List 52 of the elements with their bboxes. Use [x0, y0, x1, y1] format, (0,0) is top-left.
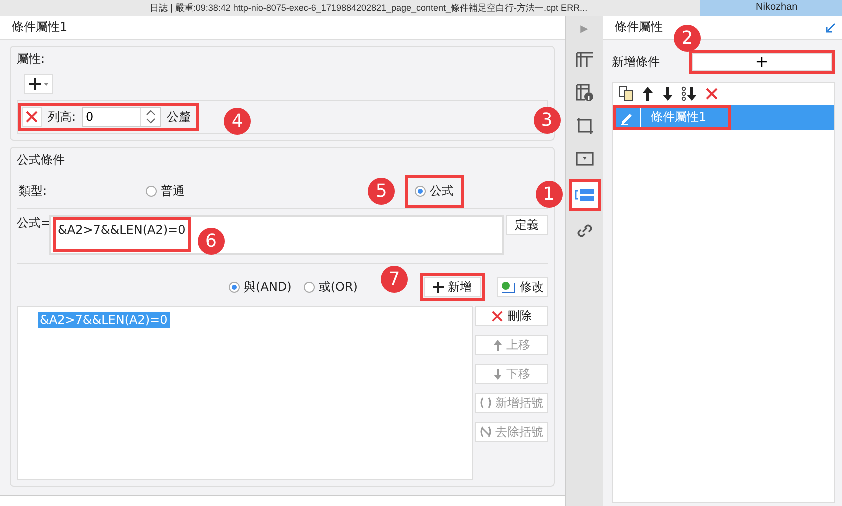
plus-icon [433, 282, 444, 292]
copy-icon[interactable] [619, 86, 635, 102]
panel-title: 條件屬性1 [12, 19, 68, 36]
field-label: 新增條件 [612, 54, 660, 70]
dropdown-icon [576, 152, 594, 166]
close-icon [25, 110, 39, 124]
step-number-badge: 1 [536, 181, 562, 208]
formula-field[interactable]: &A2>7&&LEN(A2)=0 6 [49, 215, 504, 255]
arrow-up-icon [492, 338, 502, 352]
brackets-icon [480, 397, 492, 409]
move-bottom-icon[interactable] [681, 86, 699, 102]
close-icon [491, 310, 504, 322]
step-number-badge: 3 [534, 107, 560, 134]
brackets-remove-icon [480, 426, 492, 438]
step-number-badge: 5 [368, 178, 396, 205]
resize-arrow-icon[interactable] [826, 22, 836, 32]
grid-icon [576, 52, 594, 68]
modify-button[interactable]: 修改 [497, 277, 548, 297]
add-dropdown-button[interactable] [24, 74, 53, 94]
user-name: Nikozhan [700, 0, 842, 16]
radio-option[interactable]: 與(AND) [229, 278, 292, 296]
remove-button[interactable] [22, 107, 42, 127]
step-number-badge: 7 [381, 266, 408, 293]
number-input[interactable]: 0 [83, 110, 140, 124]
close-icon[interactable] [705, 87, 719, 101]
row-height-spinner[interactable]: 0 [82, 107, 162, 127]
step-number-badge: 6 [198, 228, 225, 255]
table-info-icon [576, 84, 594, 102]
define-button[interactable]: 定義 [506, 215, 548, 235]
log-message: 日誌 | 嚴重:09:38:42 http-nio-8075-exec-6_1719884202821_page_content_條件補足空白行-方法一.cpt ERR... [150, 2, 589, 15]
arrow-down-icon[interactable] [661, 86, 675, 102]
add-button[interactable]: 新增 [424, 277, 481, 297]
spinner-arrows-icon[interactable] [146, 110, 156, 124]
step-number-badge: 2 [674, 25, 701, 52]
field-label: 類型: [19, 183, 48, 200]
step-number-badge: 4 [224, 108, 252, 135]
formula-text: &A2>7&&LEN(A2)=0 [58, 223, 186, 237]
delete-button[interactable]: 刪除 [475, 306, 548, 326]
radio-option[interactable]: 或(OR) [304, 278, 358, 296]
group-legend: 公式條件 [17, 152, 65, 169]
panel-title: 條件屬性 [615, 19, 663, 36]
frame-icon [576, 117, 594, 135]
field-label: 列高: [48, 108, 76, 126]
link-icon [576, 223, 594, 239]
radio-option[interactable]: 公式 [409, 179, 460, 204]
unit-label: 公釐 [167, 108, 192, 126]
group-legend: 屬性: [17, 51, 46, 68]
radio-option[interactable]: 普通 [146, 183, 186, 200]
add-condition-button[interactable]: + [692, 53, 832, 71]
arrow-up-icon[interactable] [641, 86, 655, 102]
arrow-down-icon [492, 368, 502, 380]
condition-icon [574, 188, 594, 202]
